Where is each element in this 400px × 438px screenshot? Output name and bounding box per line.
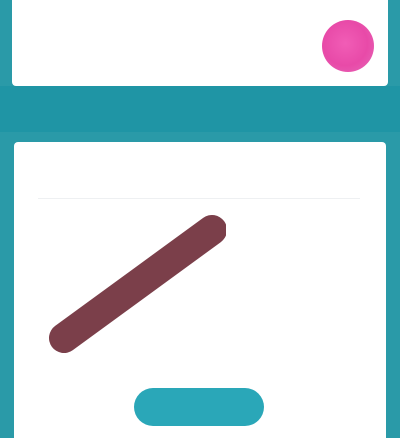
header-card [12,0,388,86]
avatar[interactable] [322,20,374,72]
page-frame [0,0,400,438]
product-details [232,242,362,252]
product-image [49,215,226,353]
teal-band [0,86,400,132]
cta-button[interactable] [134,388,264,426]
product-card [14,142,386,438]
title-divider [38,198,360,199]
